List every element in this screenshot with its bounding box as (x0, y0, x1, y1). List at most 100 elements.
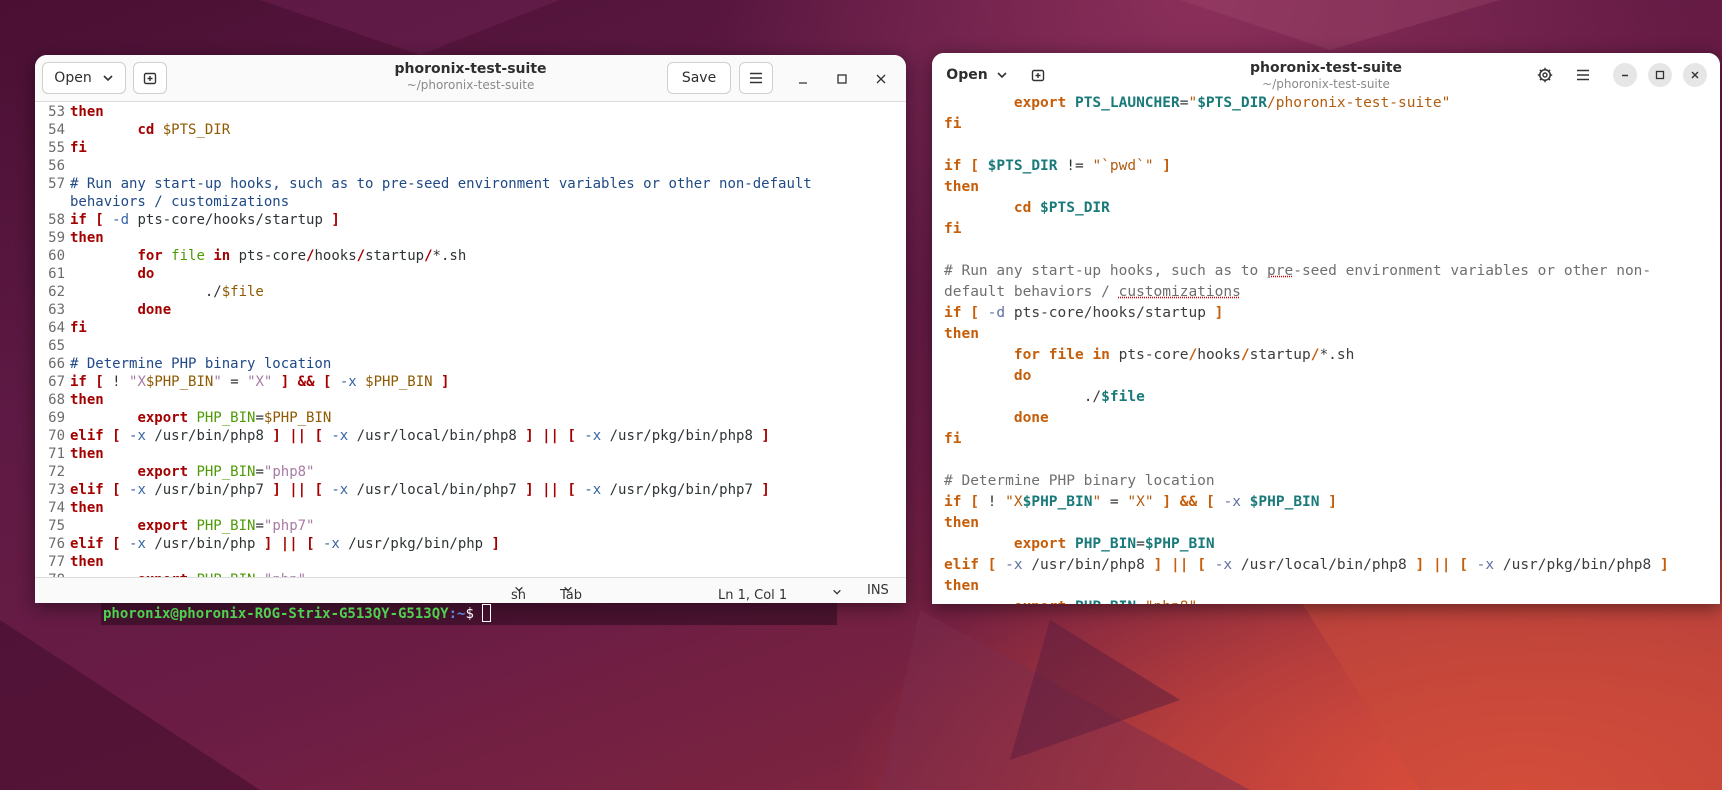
code-text: export PHP_BIN="php8" (137, 464, 315, 480)
code-line: if [ -d pts-core/hooks/startup ] (944, 305, 1224, 321)
close-button[interactable] (869, 67, 893, 91)
code-line: 58 if [ -d pts-core/hooks/startup ] (35, 211, 906, 229)
line-number: 71 (48, 446, 65, 462)
code-line: 66 # Determine PHP binary location (35, 355, 906, 373)
code-line: if [ ! "X$PHP_BIN" = "X" ] && [ -x $PHP_… (944, 494, 1337, 510)
open-button[interactable]: Open (42, 62, 126, 94)
code-line: fi (944, 431, 962, 447)
code-line: # Determine PHP binary location (944, 473, 1215, 489)
code-text: then (70, 392, 104, 408)
maximize-button[interactable] (1648, 63, 1672, 87)
code-text: if [ -d pts-core/hooks/startup ] (70, 212, 340, 228)
header-bar: Open phoronix-test-suite ~/phoronix-test… (932, 53, 1720, 98)
line-number: 69 (48, 410, 65, 426)
minimize-button[interactable] (791, 67, 815, 91)
close-icon (876, 74, 886, 84)
text-editor-window-left: Open phoronix-test-suite ~/phoronix-test… (35, 55, 906, 603)
code-line: elif [ -x /usr/bin/php8 ] || [ -x /usr/l… (944, 557, 1669, 573)
code-line: 71 then (35, 445, 906, 463)
code-line: done (1013, 410, 1049, 426)
open-label: Open (54, 70, 92, 86)
code-text: if [ ! "X$PHP_BIN" = "X" ] && [ -x $PHP_… (70, 374, 450, 390)
minimize-icon (799, 82, 807, 84)
line-number: 66 (48, 356, 65, 372)
code-line: behaviors / customizations (35, 193, 906, 211)
new-tab-icon (1031, 69, 1045, 82)
terminal-path: :~ (448, 606, 466, 622)
maximize-button[interactable] (830, 67, 854, 91)
save-label: Save (681, 70, 717, 86)
line-number: 54 (48, 122, 65, 138)
code-text: then (70, 500, 104, 516)
terminal-prompt[interactable]: phoronix@phoronix-ROG-Strix-G513QY-G513Q… (101, 603, 837, 625)
line-number: 77 (48, 554, 65, 570)
close-icon (1691, 71, 1699, 79)
code-line: 59 then (35, 229, 906, 247)
code-line: export PHP_BIN=$PHP_BIN (1013, 536, 1215, 552)
hamburger-menu-icon (750, 72, 762, 84)
text-editor-window-right: Open phoronix-test-suite ~/phoronix-test… (932, 53, 1720, 604)
line-number: 74 (48, 500, 65, 516)
line-number: 73 (48, 482, 65, 498)
menu-button[interactable] (1569, 61, 1597, 89)
code-line: 68 then (35, 391, 906, 409)
code-line: 61 do (35, 265, 906, 283)
code-line: then (944, 179, 979, 195)
tab-width-selector[interactable]: Tab Width: 8 (560, 583, 582, 603)
tab-width-label: Tab Width: 8 (560, 588, 583, 603)
line-number: 64 (48, 320, 65, 336)
code-text: ./$file (70, 284, 264, 300)
code-text: fi (70, 140, 87, 156)
gear-icon (1537, 67, 1553, 83)
language-selector[interactable]: sh (511, 583, 526, 603)
code-text: behaviors / customizations (70, 194, 290, 210)
new-tab-button[interactable] (133, 62, 167, 94)
code-line: 53 then (35, 103, 906, 121)
line-number: 58 (48, 212, 65, 228)
code-text: # Run any start-up hooks, such as to pre… (70, 176, 812, 192)
hamburger-menu-icon (1577, 69, 1589, 81)
code-text: fi (70, 320, 87, 336)
code-line: ./$file (1083, 389, 1145, 405)
code-line: 57 # Run any start-up hooks, such as to p… (35, 175, 906, 193)
line-number: 55 (48, 140, 65, 156)
code-line: 76 elif [ -x /usr/bin/php ] || [ -x /usr/… (35, 535, 906, 553)
line-number: 61 (48, 266, 65, 282)
code-line: 73 elif [ -x /usr/bin/php7 ] || [ -x /usr… (35, 481, 906, 499)
code-text: done (137, 302, 172, 318)
open-button[interactable]: Open (939, 60, 1015, 90)
code-line: 69 export PHP_BIN=$PHP_BIN (35, 409, 906, 427)
code-line: fi (944, 221, 962, 237)
minimize-button[interactable] (1613, 63, 1637, 87)
code-line: # Run any start-up hooks, such as to pre… (944, 263, 1652, 279)
line-number: 53 (48, 104, 65, 120)
code-editor-area[interactable]: 53 then 54 cd $PTS_DIR 55 fi 56 57 # Run any s… (35, 103, 906, 603)
code-line: then (944, 515, 979, 531)
code-line: 64 fi (35, 319, 906, 337)
code-line: export PHP_BIN="php8" (944, 597, 1720, 604)
cursor-position-label: Ln 1, Col 1 (718, 588, 788, 603)
line-number: 65 (48, 338, 65, 354)
line-number: 60 (48, 248, 65, 264)
code-line: 60 for file in pts-core/hooks/startup/*.… (35, 247, 906, 265)
line-number: 70 (48, 428, 65, 444)
code-text: # Determine PHP binary location (70, 356, 332, 372)
code-line: 70 elif [ -x /usr/bin/php8 ] || [ -x /usr… (35, 427, 906, 445)
save-button[interactable]: Save (667, 62, 731, 94)
close-button[interactable] (1683, 63, 1707, 87)
menu-button[interactable] (739, 62, 773, 94)
line-number: 62 (48, 284, 65, 300)
code-line: 56 (35, 157, 906, 175)
new-tab-button[interactable] (1022, 60, 1054, 90)
terminal-prompt-symbol: $ (465, 606, 483, 622)
code-line: cd $PTS_DIR (1013, 200, 1110, 216)
code-text: export PHP_BIN="php7" (137, 518, 315, 534)
code-line: 77 then (35, 553, 906, 571)
maximize-icon (837, 74, 847, 84)
line-number: 67 (48, 374, 65, 390)
code-editor-area[interactable]: export PTS_LAUNCHER="$PTS_DIR/phoronix-t… (944, 93, 1720, 604)
settings-button[interactable] (1531, 61, 1559, 89)
